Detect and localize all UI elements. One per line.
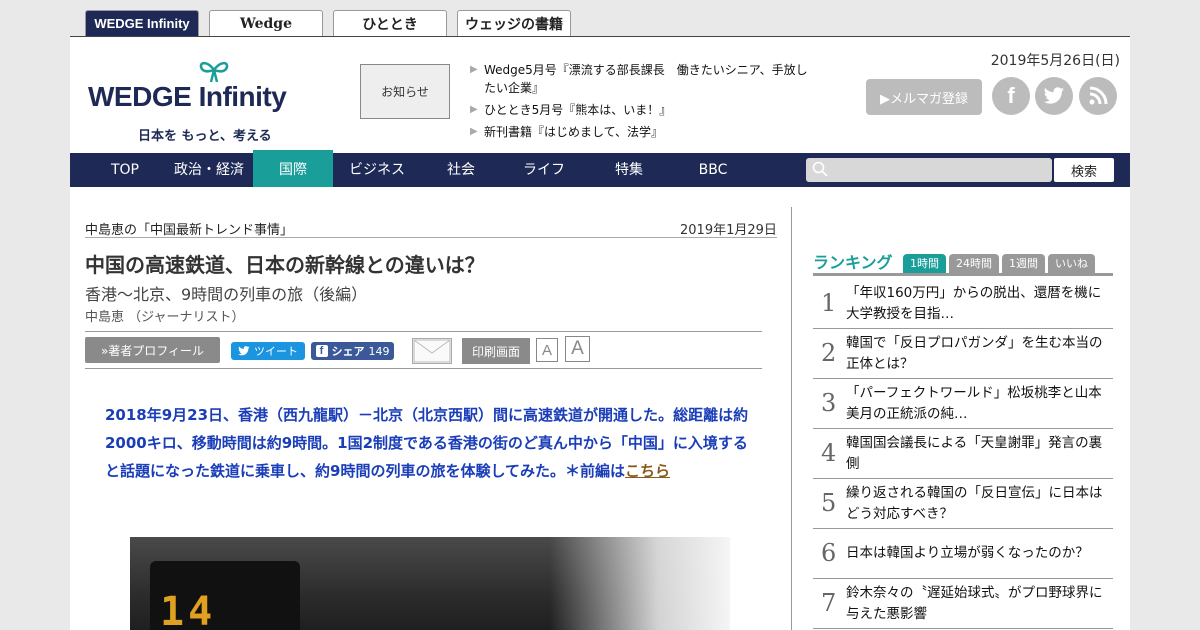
previous-part-link[interactable]: こちら xyxy=(625,462,670,480)
ranking-list: 1 「年収160万円」からの脱出、還暦を機に大学教授を目指… 2 韓国で「反日プロパ… xyxy=(813,279,1113,629)
article-title: 中国の高速鉄道、日本の新幹線との違いは？ xyxy=(85,253,485,277)
twitter-icon[interactable] xyxy=(1035,77,1073,115)
nav-society[interactable]: 社会 xyxy=(422,153,500,187)
site-tabs: WEDGE Infinity Wedge ひととき ウェッジの書籍 xyxy=(85,10,571,36)
print-button[interactable]: 印刷画面 xyxy=(462,338,530,364)
nav-politics[interactable]: 政治・経済 xyxy=(170,153,248,187)
tweet-button[interactable]: ツイート xyxy=(231,342,305,360)
article-date: 2019年1月29日 xyxy=(680,223,777,238)
rank-number: 2 xyxy=(821,339,837,367)
twitter-bird-icon xyxy=(1043,87,1064,104)
rank-text: 鈴木奈々の〝遅延始球式〟がプロ野球界に与えた悪影響 xyxy=(846,585,1103,622)
article-series[interactable]: 中島恵の「中国最新トレンド事情」 xyxy=(85,219,293,238)
rss-feed-icon xyxy=(1089,86,1108,105)
notice-label: お知らせ xyxy=(360,64,450,119)
nav-feature[interactable]: 特集 xyxy=(590,153,668,187)
logo-tagline: 日本を もっと、考える xyxy=(138,129,272,144)
ranking-item[interactable]: 3 「パーフェクトワールド」松坂桃李と山本美月の正統派の純… xyxy=(813,379,1113,429)
nav-top[interactable]: TOP xyxy=(90,153,160,187)
rank-number: 6 xyxy=(821,539,837,567)
nav-life[interactable]: ライフ xyxy=(505,153,583,187)
rank-text: 韓国で「反日プロパガンダ」を生む本当の正体とは？ xyxy=(846,335,1103,372)
divider xyxy=(85,237,777,238)
divider xyxy=(85,368,762,369)
search-icon xyxy=(812,161,828,177)
mail-share-button[interactable] xyxy=(412,338,452,364)
logo-text: WEDGE Infinity xyxy=(88,81,287,113)
article-subtitle: 香港～北京、9時間の列車の旅（後編） xyxy=(85,285,368,304)
news-item[interactable]: 新刊書籍『はじめまして、法学』 xyxy=(470,123,815,141)
rank-number: 7 xyxy=(821,589,837,617)
ranking-item[interactable]: 1 「年収160万円」からの脱出、還暦を機に大学教授を目指… xyxy=(813,279,1113,329)
envelope-icon xyxy=(413,339,451,363)
news-item[interactable]: Wedge5月号『漂流する部長課長 働きたいシニア、手放したい企業』 xyxy=(470,61,815,97)
site-tab-hitotoki[interactable]: ひととき xyxy=(333,10,447,36)
search-input[interactable] xyxy=(806,158,1052,182)
ranking-tab-24h[interactable]: 24時間 xyxy=(949,254,999,273)
ranking-item[interactable]: 7 鈴木奈々の〝遅延始球式〟がプロ野球界に与えた悪影響 xyxy=(813,579,1113,629)
ranking-tabs: 1時間 24時間 1週間 いいね xyxy=(903,254,1095,273)
facebook-icon: f xyxy=(315,345,328,357)
font-size-large-button[interactable]: A xyxy=(565,336,590,362)
ranking-tab-1h[interactable]: 1時間 xyxy=(903,254,946,273)
rank-text: 韓国国会議長による「天皇謝罪」発言の裏側 xyxy=(846,435,1103,472)
divider xyxy=(85,331,762,332)
site-tab-books[interactable]: ウェッジの書籍 xyxy=(457,10,571,36)
nav-business[interactable]: ビジネス xyxy=(338,153,416,187)
column-divider xyxy=(791,207,792,630)
rank-number: 4 xyxy=(821,439,837,467)
rank-text: 「パーフェクトワールド」松坂桃李と山本美月の正統派の純… xyxy=(846,385,1102,422)
logo-infinity: Infinity xyxy=(198,81,287,112)
rank-text: 繰り返される韓国の「反日宣伝」に日本はどう対応すべき？ xyxy=(846,485,1103,522)
rank-text: 日本は韓国より立場が弱くなったのか？ xyxy=(846,545,1089,561)
ranking-item[interactable]: 5 繰り返される韓国の「反日宣伝」に日本はどう対応すべき？ xyxy=(813,479,1113,529)
article-lead: 2018年9月23日、香港（西九龍駅）－北京（北京西駅）間に高速鉄道が開通した。… xyxy=(105,401,761,485)
main-nav: TOP 政治・経済 国際 ビジネス 社会 ライフ 特集 BBC 検索 xyxy=(70,150,1130,187)
tweet-label: ツイート xyxy=(254,345,298,358)
ranking-item[interactable]: 2 韓国で「反日プロパガンダ」を生む本当の正体とは？ xyxy=(813,329,1113,379)
rank-number: 5 xyxy=(821,489,837,517)
rank-number: 1 xyxy=(821,289,837,317)
facebook-icon[interactable]: f xyxy=(992,77,1030,115)
facebook-share-button[interactable]: f シェア 149 xyxy=(311,342,394,360)
ranking-tab-1w[interactable]: 1週間 xyxy=(1002,254,1045,273)
rss-icon[interactable] xyxy=(1079,77,1117,115)
news-item[interactable]: ひととき5月号『熊本は、いま！』 xyxy=(470,101,815,119)
ranking-title: ランキング xyxy=(813,253,893,272)
logo-wedge: WEDGE xyxy=(88,81,192,112)
newsletter-button[interactable]: ▶メルマガ登録 xyxy=(866,79,982,115)
ranking-divider xyxy=(813,273,1113,276)
site-tab-wedge-infinity[interactable]: WEDGE Infinity xyxy=(85,10,199,36)
page: WEDGE Infinity 日本を もっと、考える お知らせ Wedge5月号… xyxy=(70,36,1130,630)
photo-digits: 14 xyxy=(160,589,217,630)
ranking-item[interactable]: 6 日本は韓国より立場が弱くなったのか？ xyxy=(813,529,1113,579)
nav-international[interactable]: 国際 xyxy=(253,150,333,187)
share-label: シェア xyxy=(331,345,365,358)
rank-number: 3 xyxy=(821,389,837,417)
author-profile-button[interactable]: »著者プロフィール xyxy=(85,337,220,363)
share-count: 149 xyxy=(368,344,390,358)
article-photo: 14 xyxy=(130,537,730,630)
site-logo[interactable]: WEDGE Infinity 日本を もっと、考える xyxy=(88,55,318,144)
search-button[interactable]: 検索 xyxy=(1054,158,1114,182)
ranking-tab-likes[interactable]: いいね xyxy=(1048,254,1095,273)
site-tab-wedge[interactable]: Wedge xyxy=(209,10,323,36)
rank-text: 「年収160万円」からの脱出、還暦を機に大学教授を目指… xyxy=(846,285,1102,322)
ribbon-logo-icon xyxy=(199,61,229,83)
nav-bbc[interactable]: BBC xyxy=(674,153,752,187)
twitter-icon xyxy=(238,346,250,356)
ranking-item[interactable]: 4 韓国国会議長による「天皇謝罪」発言の裏側 xyxy=(813,429,1113,479)
photo-highlight xyxy=(550,537,730,630)
article-author: 中島恵 （ジャーナリスト） xyxy=(85,310,245,325)
font-size-small-button[interactable]: A xyxy=(536,338,558,362)
news-list: Wedge5月号『漂流する部長課長 働きたいシニア、手放したい企業』 ひととき5… xyxy=(470,61,815,145)
current-date: 2019年5月26日(日) xyxy=(990,53,1120,69)
